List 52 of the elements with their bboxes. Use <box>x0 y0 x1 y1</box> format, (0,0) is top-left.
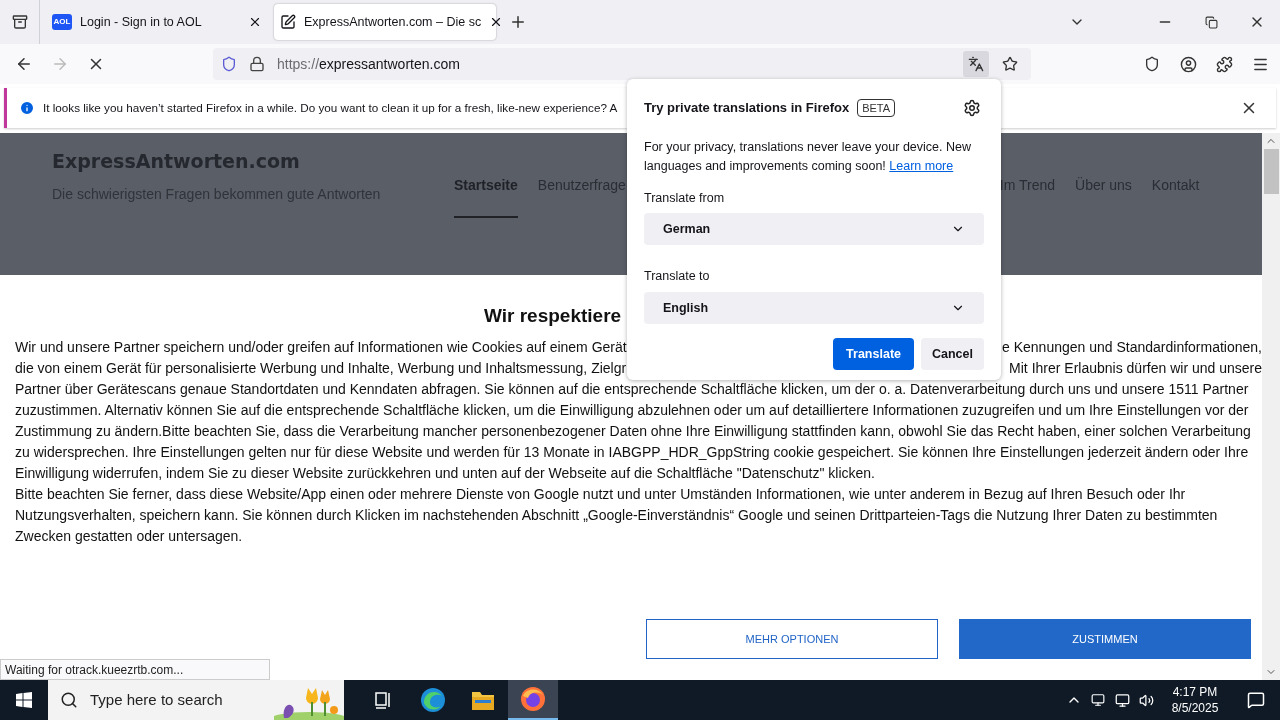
settings-icon[interactable] <box>963 98 981 117</box>
notification-message: It looks like you haven’t started Firefox in a while. Do you want to clean it up for a fresh, like-new experience? A <box>43 100 618 117</box>
site-title: ExpressAntworten.com <box>52 149 301 174</box>
firefox-icon <box>520 686 546 712</box>
field-label: Translate to <box>644 268 711 286</box>
consent-heading: Wir respektiere <box>484 304 622 328</box>
consent-text: Nutzungsverhalten, speichern kann. Sie können durch Klicken im nachstehenden Abschnitt „Google-Einverständnis“ Google und seinen Drittparteien-Tags die Nutzung Ihrer Daten zu bestimmten <box>15 506 1218 525</box>
task-view-icon <box>373 690 393 710</box>
language-select[interactable]: German <box>644 213 984 246</box>
scrollbar[interactable] <box>1262 133 1280 680</box>
address-bar[interactable]: https://expressantworten.com <box>213 48 1031 80</box>
consent-text: Zustimmung zu ändern.Bitte beachten Sie, dass die Verarbeitung mancher personenbezogener Daten ohne Ihre Einwilligung stattfinden kann, obwohl Sie das Recht haben, einer solchen Verarbeitung <box>15 422 1251 441</box>
favicon: AOL <box>52 14 72 30</box>
more-options-button[interactable]: MEHR OPTIONEN <box>646 619 938 659</box>
edge-icon <box>420 687 446 713</box>
consent-text: zuzustimmen. Alternativ können Sie auf die entsprechende Schaltfläche klicken, um die Einwilligung abzulehnen oder um auf detailliertere Informationen zuzugreifen und um Ihre Einstellungen vor der <box>15 401 1249 420</box>
consent-text: Zwecken gestatten oder untersagen. <box>15 527 243 546</box>
consent-text: Partner über Gerätescans genaue Standortdaten und Kenndaten abfragen. Sie können auf die entsprechende Schaltfläche klicken, um der o. a. Datenverarbeitung durch uns und unsere 1511 Partner <box>15 380 1249 399</box>
consent-text: die von einem Gerät für personalisierte Werbung und Inhalte, Werbung und Inhaltsmessung, Zielgr <box>15 359 627 378</box>
translate-icon[interactable] <box>963 51 989 77</box>
consent-text: Einwilligung widerrufen, indem Sie zu dieser Website zurückkehren und unten auf der Webseite auf die Schaltfläche "Datenschutz" klicken. <box>15 464 875 483</box>
clock[interactable]: 4:17 PM 8/5/2025 <box>1158 684 1232 716</box>
accept-button[interactable]: ZUSTIMMEN <box>959 619 1251 659</box>
url-text: https://expressantworten.com <box>277 54 461 74</box>
folder-icon <box>471 689 495 711</box>
consent-text: zu widersprechen. Ihre Einstellungen gelten nur für diese Website und werden für 13 Monate in IABGPP_HDR_GppString cookie gespeichert. Sie können Ihre Einstellungen jederzeit ändern oder Ihre <box>15 443 1249 462</box>
consent-text: e Kennungen und Standardinformationen, <box>1002 338 1262 357</box>
popup-description: For your privacy, translations never leave your device. New languages and improvements coming soon! Learn more <box>644 138 972 175</box>
lock-icon <box>249 56 265 72</box>
tab-title: Login - Sign in to AOL <box>80 13 203 31</box>
translate-button[interactable]: Translate <box>833 338 914 370</box>
consent-text: Bitte beachten Sie ferner, dass diese Website/App einen oder mehrere Dienste von Google nutzt und unter Umständen Informationen, wie unter anderem in Bezug auf Ihren Besuch oder Ihr <box>15 485 1186 504</box>
tab-title: ExpressAntworten.com – Die sc <box>304 13 482 31</box>
info-icon <box>19 100 35 116</box>
search-icon <box>60 691 78 709</box>
beta-badge: BETA <box>857 98 896 117</box>
consent-text: Mit Ihrer Erlaubnis dürfen wir und unsere <box>1009 359 1262 378</box>
consent-text: Wir und unsere Partner speichern und/oder greifen auf Informationen wie Cookies auf einem Gerät <box>15 338 627 357</box>
edit-icon <box>280 14 296 30</box>
scrollbar-thumb[interactable] <box>1263 149 1279 194</box>
popup-title: Try private translations in Firefox <box>644 99 850 117</box>
field-label: Translate from <box>644 189 726 207</box>
taskbar-search-field[interactable]: Type here to search <box>48 680 344 720</box>
language-select[interactable]: English <box>644 292 984 324</box>
shield-icon <box>221 56 237 72</box>
taskbar-app[interactable] <box>508 680 558 720</box>
search-placeholder: Type here to search <box>90 689 224 710</box>
close-icon[interactable] <box>248 15 262 29</box>
learn-more-link[interactable]: Learn more <box>889 158 954 173</box>
browser-tab[interactable]: AOL Login - Sign in to AOL <box>46 4 268 40</box>
status-text: Waiting for otrack.kueezrtb.com... <box>0 659 270 680</box>
cancel-button[interactable]: Cancel <box>921 338 984 370</box>
